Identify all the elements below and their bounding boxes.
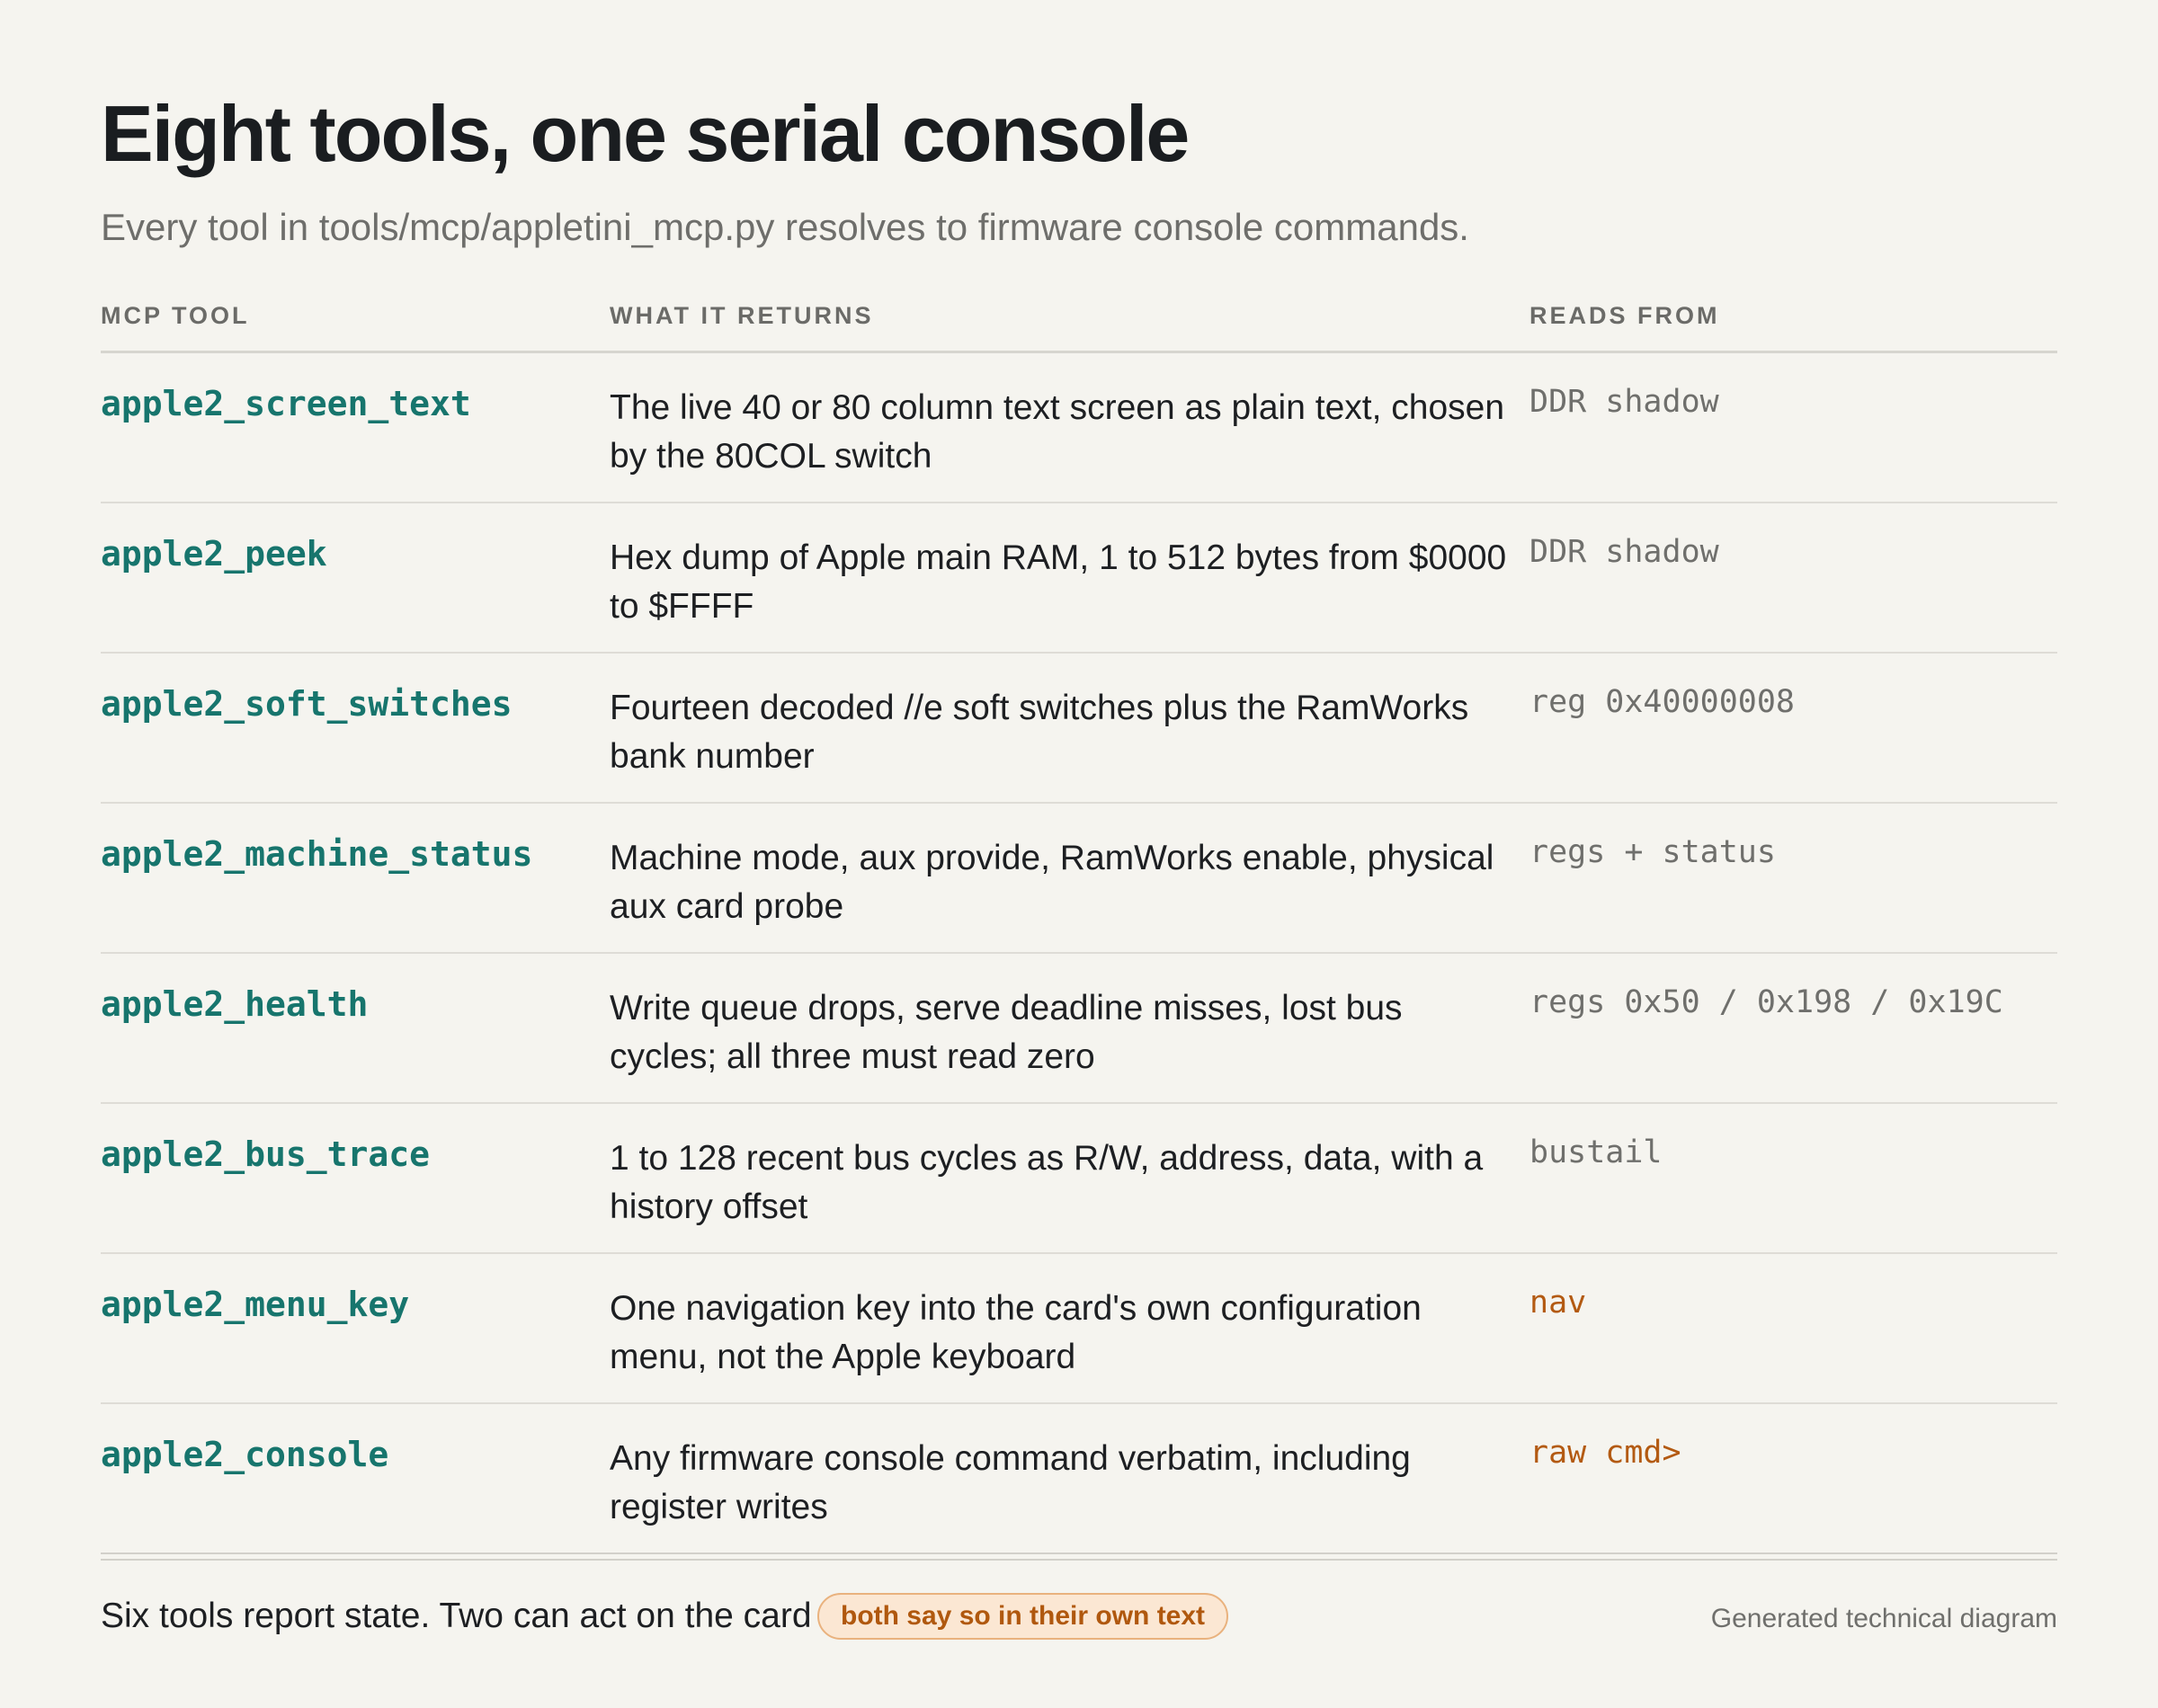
tool-returns: Any firmware console command verbatim, i… — [610, 1439, 1411, 1526]
page-subtitle: Every tool in tools/mcp/appletini_mcp.py… — [101, 206, 1469, 248]
column-header-reads-from: READS FROM — [1529, 302, 1720, 329]
tool-returns: Fourteen decoded //e soft switches plus … — [610, 689, 1469, 776]
table-row: apple2_soft_switches Fourteen decoded //… — [101, 654, 2057, 804]
tool-returns: One navigation key into the card's own c… — [610, 1289, 1422, 1376]
tool-name: apple2_soft_switches — [101, 684, 513, 724]
page-title: Eight tools, one serial console — [101, 89, 1190, 178]
table-row: apple2_screen_text The live 40 or 80 col… — [101, 353, 2057, 503]
tool-source: regs 0x50 / 0x198 / 0x19C — [1529, 984, 2003, 1020]
tool-returns: Hex dump of Apple main RAM, 1 to 512 byt… — [610, 538, 1507, 626]
tool-name: apple2_menu_key — [101, 1285, 410, 1324]
footer: Six tools report state. Two can act on t… — [101, 1593, 2057, 1643]
tool-source: DDR shadow — [1529, 384, 1719, 420]
tool-source: raw cmd> — [1529, 1435, 1681, 1471]
footer-credit: Generated technical diagram — [1710, 1604, 2057, 1633]
tool-name: apple2_health — [101, 984, 369, 1024]
tool-source: bustail — [1529, 1134, 1663, 1170]
table-row: apple2_peek Hex dump of Apple main RAM, … — [101, 503, 2057, 654]
column-header-what-it-returns: WHAT IT RETURNS — [610, 302, 874, 329]
column-header-mcp-tool: MCP TOOL — [101, 302, 250, 329]
tool-name: apple2_machine_status — [101, 834, 533, 874]
tool-returns: The live 40 or 80 column text screen as … — [610, 388, 1505, 476]
tool-returns: Write queue drops, serve deadline misses… — [610, 989, 1403, 1076]
tool-name: apple2_screen_text — [101, 384, 471, 423]
table-row: apple2_menu_key One navigation key into … — [101, 1254, 2057, 1404]
table-row: apple2_console Any firmware console comm… — [101, 1404, 2057, 1554]
footer-note: Six tools report state. Two can act on t… — [101, 1597, 812, 1635]
table-header: MCP TOOL WHAT IT RETURNS READS FROM — [101, 297, 2057, 353]
tool-name: apple2_bus_trace — [101, 1134, 431, 1174]
table-row: apple2_health Write queue drops, serve d… — [101, 954, 2057, 1104]
tool-source: regs + status — [1529, 834, 1776, 870]
tool-source: reg 0x40000008 — [1529, 684, 1796, 720]
tool-source: DDR shadow — [1529, 534, 1719, 570]
callout-badge: both say so in their own text — [817, 1593, 1229, 1640]
tool-source: nav — [1529, 1285, 1587, 1321]
tool-returns: Machine mode, aux provide, RamWorks enab… — [610, 839, 1494, 926]
table-row: apple2_bus_trace 1 to 128 recent bus cyc… — [101, 1104, 2057, 1254]
tool-name: apple2_peek — [101, 534, 327, 574]
footer-divider — [101, 1559, 2057, 1561]
table-row: apple2_machine_status Machine mode, aux … — [101, 804, 2057, 954]
tool-name: apple2_console — [101, 1435, 389, 1474]
tools-table: MCP TOOL WHAT IT RETURNS READS FROM appl… — [101, 297, 2057, 1554]
tool-returns: 1 to 128 recent bus cycles as R/W, addre… — [610, 1139, 1484, 1226]
